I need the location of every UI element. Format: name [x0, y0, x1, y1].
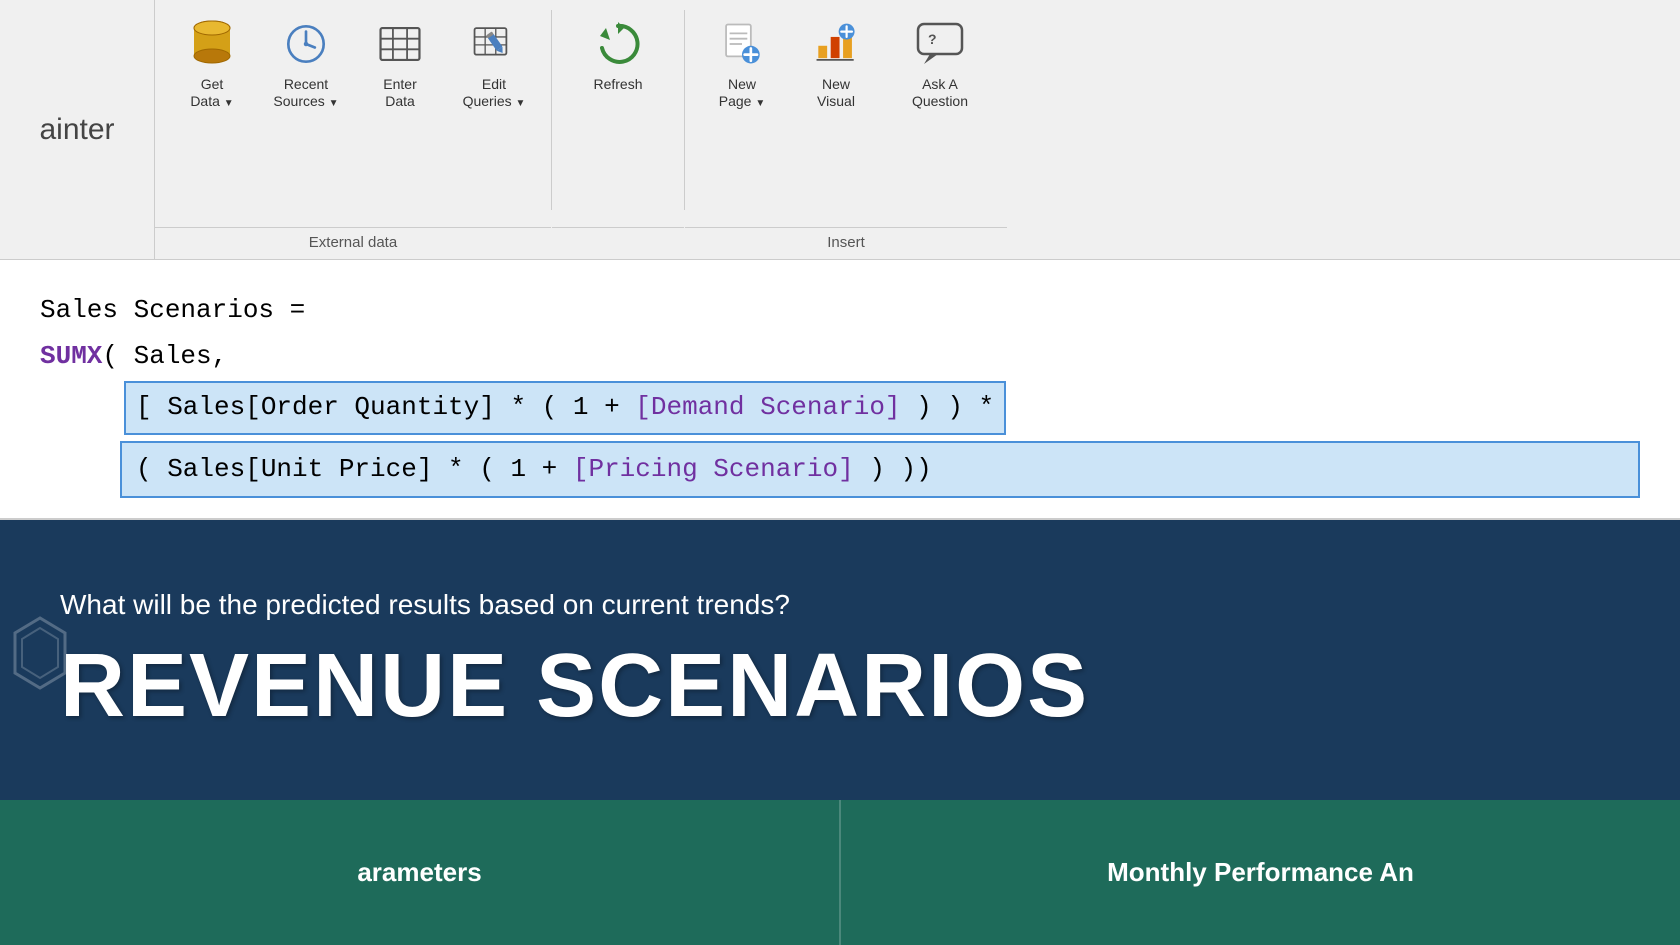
code-line3-end: ) ) *	[901, 392, 995, 422]
toolbar-left-section: ainter	[0, 0, 155, 259]
new-page-label: NewPage ▼	[719, 76, 766, 110]
enter-data-button[interactable]: EnterData	[355, 10, 445, 118]
code-line-1: Sales Scenarios =	[40, 290, 1640, 332]
table-icon	[374, 18, 426, 70]
banner-decoration	[10, 613, 70, 707]
edit-queries-button[interactable]: EditQueries ▼	[449, 10, 539, 118]
external-data-group: GetData ▼ RecentSources ▼	[155, 0, 551, 259]
refresh-button[interactable]: Refresh	[568, 10, 668, 101]
clock-icon	[280, 18, 332, 70]
code-line4-start: ( Sales[Unit Price] * ( 1 +	[136, 454, 573, 484]
insert-group-label: Insert	[685, 227, 1007, 259]
new-page-button[interactable]: NewPage ▼	[697, 10, 787, 118]
insert-group: NewPage ▼	[685, 0, 1007, 259]
code-assignment: Sales Scenarios =	[40, 290, 305, 332]
code-editor[interactable]: Sales Scenarios = SUMX ( Sales, [ Sales[…	[0, 260, 1680, 520]
edit-queries-label: EditQueries ▼	[463, 76, 526, 110]
banner-title: REVENUE SCENARIOS	[60, 641, 1620, 731]
new-page-icon	[716, 18, 768, 70]
toolbar: ainter	[0, 0, 1680, 260]
bottom-card-parameters[interactable]: arameters	[0, 800, 841, 945]
code-line-2: SUMX ( Sales,	[40, 336, 1640, 378]
code-selected-3: [ Sales[Order Quantity] * ( 1 + [Demand …	[124, 381, 1006, 435]
recent-sources-label: RecentSources ▼	[273, 76, 338, 110]
new-visual-button[interactable]: NewVisual	[791, 10, 881, 118]
bottom-cards-row: arameters Monthly Performance An	[0, 800, 1680, 945]
code-line4-end: ) ))	[854, 454, 932, 484]
new-visual-label: NewVisual	[817, 76, 855, 110]
get-data-button[interactable]: GetData ▼	[167, 10, 257, 118]
table-edit-icon	[468, 18, 520, 70]
external-data-group-label: External data	[155, 227, 551, 259]
bottom-card-2-text: Monthly Performance An	[1107, 857, 1414, 888]
new-visual-icon	[810, 18, 862, 70]
code-func-sumx: SUMX	[40, 336, 102, 378]
enter-data-label: EnterData	[383, 76, 416, 110]
code-bracket-open: [ Sales[Order Quantity] * ( 1 +	[136, 392, 635, 422]
ask-question-button[interactable]: ? Ask AQuestion	[885, 10, 995, 118]
refresh-label: Refresh	[593, 76, 642, 93]
refresh-group-label-spacer: -	[552, 227, 684, 259]
code-pricing-scenario: [Pricing Scenario]	[573, 454, 854, 484]
cylinder-icon	[186, 18, 238, 70]
left-label: ainter	[39, 113, 114, 147]
code-demand-scenario: [Demand Scenario]	[635, 392, 900, 422]
chat-icon: ?	[914, 18, 966, 70]
svg-text:?: ?	[928, 31, 937, 47]
code-sumx-args: ( Sales,	[102, 336, 227, 378]
revenue-banner: What will be the predicted results based…	[0, 520, 1680, 800]
recent-sources-button[interactable]: RecentSources ▼	[261, 10, 351, 118]
banner-subtitle: What will be the predicted results based…	[60, 589, 1620, 621]
refresh-group: Refresh -	[552, 0, 684, 259]
refresh-icon	[592, 18, 644, 70]
bottom-card-monthly[interactable]: Monthly Performance An	[841, 800, 1680, 945]
get-data-label: GetData ▼	[190, 76, 233, 110]
code-line-4: ( Sales[Unit Price] * ( 1 + [Pricing Sce…	[120, 441, 1640, 499]
ask-question-label: Ask AQuestion	[912, 76, 968, 110]
code-line-3: [ Sales[Order Quantity] * ( 1 + [Demand …	[40, 381, 1640, 435]
bottom-card-1-text: arameters	[357, 857, 481, 888]
